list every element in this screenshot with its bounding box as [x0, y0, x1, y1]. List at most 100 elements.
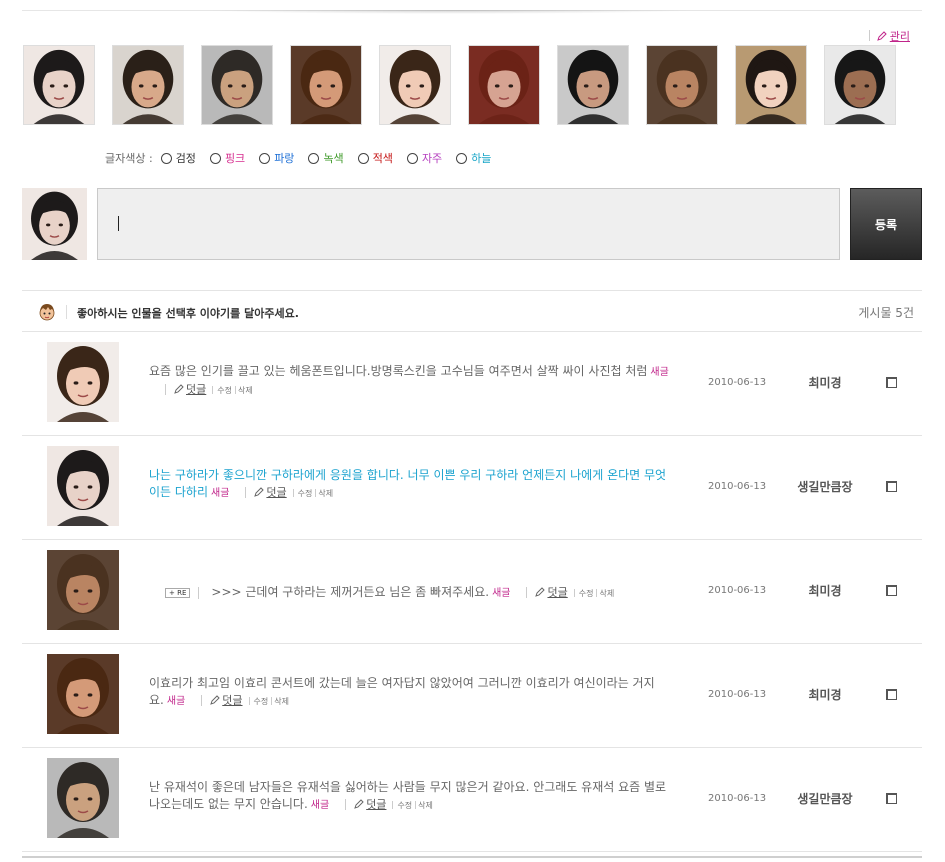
action-divider	[526, 587, 528, 598]
header-divider	[66, 305, 67, 319]
select-checkbox[interactable]	[886, 377, 897, 388]
radio-icon[interactable]	[259, 152, 271, 164]
post-photo	[47, 342, 119, 422]
avatar-picker	[23, 45, 896, 125]
mini-divider	[212, 385, 214, 394]
post-content: 난 유재석이 좋은데 남자들은 유재석을 싫어하는 사람들 무지 많은거 같아요…	[149, 779, 669, 814]
reply-label: 덧글	[366, 798, 387, 811]
delete-link[interactable]: 삭제	[318, 489, 333, 498]
new-badge: 새글	[650, 367, 669, 378]
color-option[interactable]: 자주	[406, 150, 442, 166]
select-checkbox[interactable]	[886, 793, 897, 804]
delete-link[interactable]: 삭제	[418, 801, 433, 810]
avatar-6[interactable]	[468, 45, 540, 125]
avatar-2[interactable]	[112, 45, 184, 125]
portrait-image	[47, 550, 119, 630]
post-row: 난 유재석이 좋은데 남자들은 유재석을 싫어하는 사람들 무지 많은거 같아요…	[22, 748, 922, 852]
edit-link[interactable]: 수정	[397, 801, 412, 810]
pencil-icon	[535, 587, 546, 597]
reply-link[interactable]: 덧글	[210, 694, 243, 707]
portrait-image	[825, 46, 895, 124]
select-checkbox[interactable]	[886, 689, 897, 700]
avatar-8[interactable]	[646, 45, 718, 125]
post-content: 이효리가 최고임 이효리 콘서트에 갔는데 늘은 여자답지 않았어여 그러니깐 …	[149, 675, 669, 710]
admin-link[interactable]: 관리	[876, 28, 910, 44]
color-option-label: 핑크	[224, 152, 246, 165]
color-option[interactable]: 파랑	[259, 150, 294, 166]
mini-divider	[415, 800, 417, 809]
text-color-label: 글자색상 :	[105, 152, 153, 165]
color-option-label: 검정	[175, 152, 196, 165]
post-row: 이효리가 최고임 이효리 콘서트에 갔는데 늘은 여자답지 않았어여 그러니깐 …	[22, 644, 922, 748]
reply-link[interactable]: 덧글	[174, 383, 206, 396]
admin-label: 관리	[889, 30, 910, 43]
submit-button[interactable]: 등록	[850, 188, 922, 260]
edit-link[interactable]: 수정	[217, 386, 232, 395]
reply-badge: + RE	[165, 587, 191, 598]
reply-label: 덧글	[222, 694, 243, 707]
pencil-icon	[876, 31, 887, 41]
new-badge: 새글	[166, 696, 186, 707]
action-divider	[245, 487, 247, 498]
text-caret	[118, 216, 119, 231]
edit-link[interactable]: 수정	[579, 589, 594, 598]
admin-divider	[869, 30, 870, 41]
avatar-9[interactable]	[735, 45, 807, 125]
portrait-image	[47, 342, 119, 422]
edit-link[interactable]: 수정	[298, 489, 313, 498]
avatar-10[interactable]	[824, 45, 896, 125]
post-photo	[47, 550, 119, 630]
mini-divider	[315, 488, 317, 497]
radio-icon[interactable]	[160, 152, 172, 164]
post-date: 2010-06-13	[708, 689, 767, 700]
avatar-1[interactable]	[23, 45, 95, 125]
reply-label: 덧글	[547, 586, 568, 599]
selected-avatar	[22, 188, 87, 260]
color-option[interactable]: 핑크	[209, 150, 246, 166]
message-input[interactable]	[97, 188, 840, 260]
radio-icon[interactable]	[209, 152, 221, 164]
mini-divider	[392, 800, 394, 809]
portrait-image	[291, 46, 361, 124]
color-option[interactable]: 검정	[160, 150, 196, 166]
post-author: 생길만큼장	[797, 792, 853, 806]
post-photo	[47, 654, 119, 734]
reply-link[interactable]: 덧글	[254, 486, 287, 499]
delete-link[interactable]: 삭제	[238, 386, 253, 395]
action-divider	[165, 384, 166, 395]
action-divider	[345, 799, 347, 810]
post-photo	[47, 758, 119, 838]
delete-link[interactable]: 삭제	[599, 589, 614, 598]
post-content: 나는 구하라가 좋으니깐 구하라에게 응원을 합니다. 너무 이쁜 우리 구하라…	[149, 467, 669, 502]
reply-link[interactable]: 덧글	[354, 798, 386, 811]
mini-divider	[292, 488, 294, 497]
radio-icon[interactable]	[308, 152, 320, 164]
edit-link[interactable]: 수정	[254, 697, 269, 706]
portrait-image	[24, 46, 94, 124]
post-author: 최미경	[808, 688, 842, 702]
radio-icon[interactable]	[357, 152, 369, 164]
post-count: 게시물 5건	[858, 306, 914, 320]
color-option[interactable]: 하늘	[456, 150, 491, 166]
delete-link[interactable]: 삭제	[274, 697, 289, 706]
color-option[interactable]: 적색	[357, 150, 393, 166]
avatar-4[interactable]	[290, 45, 362, 125]
post-date: 2010-06-13	[708, 377, 767, 388]
radio-icon[interactable]	[456, 152, 468, 164]
reply-link[interactable]: 덧글	[535, 586, 568, 599]
color-option[interactable]: 녹색	[308, 150, 344, 166]
post-content: + RE >>> 근데여 구하라는 제꺼거든요 님은 좀 빠져주세요. 새글 덧글 수정…	[165, 584, 685, 602]
portrait-image	[47, 758, 119, 838]
avatar-7[interactable]	[557, 45, 629, 125]
radio-icon[interactable]	[406, 152, 418, 164]
avatar-3[interactable]	[201, 45, 273, 125]
select-checkbox[interactable]	[886, 585, 897, 596]
avatar-5[interactable]	[379, 45, 451, 125]
select-checkbox[interactable]	[886, 481, 897, 492]
list-header: 좋아하시는 인물을 선택후 이야기를 달아주세요. 게시물 5건	[22, 290, 922, 332]
character-icon	[39, 304, 55, 321]
post-date: 2010-06-13	[708, 585, 767, 596]
post-author: 생길만큼장	[797, 480, 853, 494]
color-option-label: 하늘	[471, 152, 492, 165]
new-badge: 새글	[492, 588, 511, 599]
